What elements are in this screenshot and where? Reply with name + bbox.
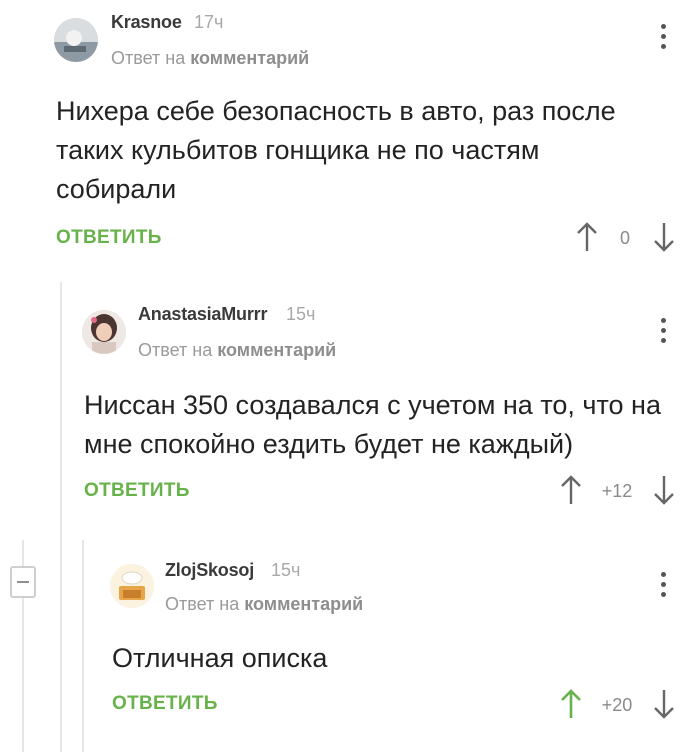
downvote-button[interactable] [653, 221, 675, 253]
arrow-down-icon [654, 476, 674, 505]
downvote-button[interactable] [653, 474, 675, 506]
arrow-up-icon [561, 475, 581, 504]
upvote-button[interactable] [560, 474, 582, 506]
comment-menu-button[interactable] [655, 24, 671, 52]
username[interactable]: ZlojSkosoj [165, 560, 254, 581]
comment-time: 17ч [194, 12, 224, 32]
reply-to-link[interactable]: комментарий [244, 594, 363, 614]
reply-to-prefix: Ответ на [111, 48, 186, 68]
arrow-up-icon [577, 222, 597, 251]
rating-value: +20 [601, 695, 633, 715]
username[interactable]: Krasnoe [111, 12, 182, 33]
comment: Krasnoe 17ч Ответ на комментарий Нихера … [0, 0, 700, 270]
rating-value: +12 [601, 481, 633, 501]
upvote-button[interactable] [560, 688, 582, 720]
reply-to-link[interactable]: комментарий [190, 48, 309, 68]
avatar[interactable] [82, 310, 126, 354]
avatar[interactable] [54, 18, 98, 62]
reply-to-line: Ответ на комментарий [165, 594, 363, 615]
reply-to-prefix: Ответ на [165, 594, 240, 614]
rating-value: 0 [619, 228, 630, 248]
comment-text: Отличная описка [112, 643, 328, 673]
reply-to-line: Ответ на комментарий [111, 48, 309, 69]
comment-menu-button[interactable] [655, 572, 671, 600]
comment-menu-button[interactable] [655, 318, 671, 346]
comment-text: Нихера себе безопасность в авто, раз пос… [56, 96, 616, 204]
downvote-button[interactable] [653, 688, 675, 720]
reply-to-link[interactable]: комментарий [217, 340, 336, 360]
reply-button[interactable]: ОТВЕТИТЬ [112, 693, 218, 715]
reply-button[interactable]: ОТВЕТИТЬ [56, 227, 162, 249]
comment-time: 15ч [271, 560, 301, 580]
comment: AnastasiaMurrr 15ч Ответ на комментарий … [0, 270, 700, 532]
arrow-down-icon [654, 223, 674, 252]
reply-to-line: Ответ на комментарий [138, 340, 336, 361]
arrow-down-icon [654, 690, 674, 719]
upvote-button[interactable] [576, 221, 598, 253]
username[interactable]: AnastasiaMurrr [138, 304, 267, 325]
arrow-up-icon [561, 689, 581, 718]
comment: ZlojSkosoj 15ч Ответ на комментарий Отли… [0, 532, 700, 752]
avatar[interactable] [110, 564, 154, 608]
comment-time: 15ч [286, 304, 316, 324]
reply-button[interactable]: ОТВЕТИТЬ [84, 480, 190, 502]
reply-to-prefix: Ответ на [138, 340, 213, 360]
comment-text: Ниссан 350 создавался с учетом на то, чт… [84, 390, 661, 459]
